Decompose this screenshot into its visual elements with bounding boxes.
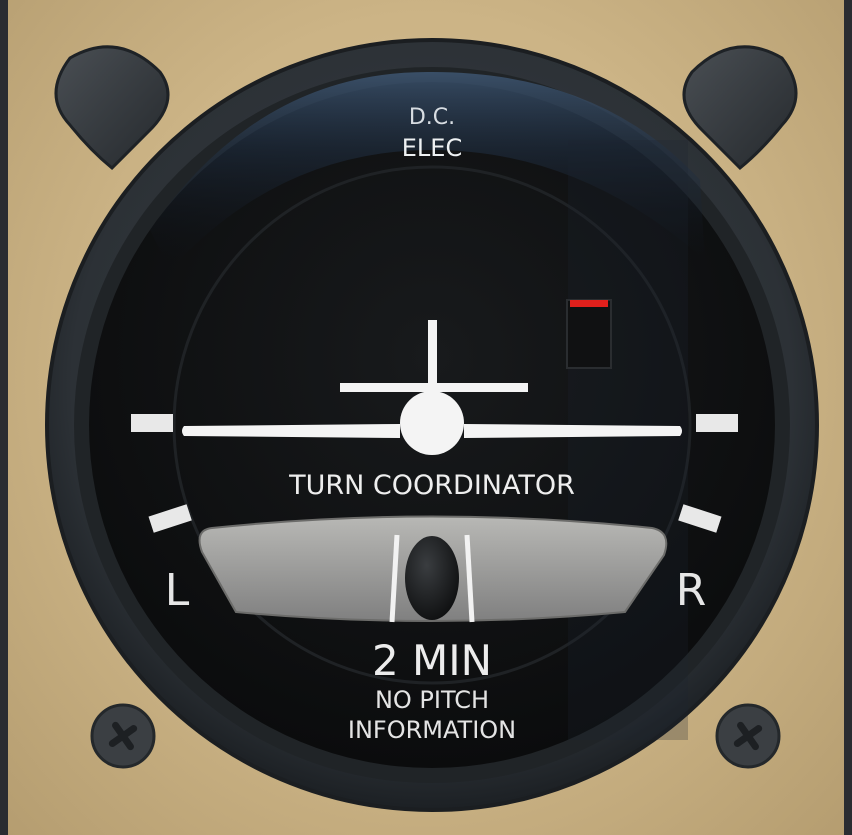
inclinometer — [198, 515, 668, 623]
rate-label: 2 MIN — [372, 636, 492, 685]
slip-ball-icon — [405, 536, 459, 620]
turn-coordinator-instrument: D.C. ELEC L R TURN COORDINATOR 2 MIN NO … — [45, 38, 819, 812]
note-line1: NO PITCH — [375, 686, 489, 714]
knob-icon — [54, 45, 170, 171]
screw-icon — [715, 703, 781, 769]
power-flag-red — [570, 300, 608, 307]
left-level-mark — [131, 414, 173, 432]
screw-icon — [90, 703, 156, 769]
right-level-mark — [696, 414, 738, 432]
left-label: L — [165, 565, 190, 616]
power-source-line1: D.C. — [409, 105, 455, 130]
right-label: R — [676, 565, 707, 616]
window-frame: D.C. ELEC L R TURN COORDINATOR 2 MIN NO … — [0, 0, 852, 835]
note-line2: INFORMATION — [348, 716, 516, 744]
power-source-line2: ELEC — [402, 134, 462, 162]
glass-glare-band — [568, 140, 688, 740]
power-flag — [566, 299, 612, 369]
instrument-name: TURN COORDINATOR — [288, 470, 575, 501]
